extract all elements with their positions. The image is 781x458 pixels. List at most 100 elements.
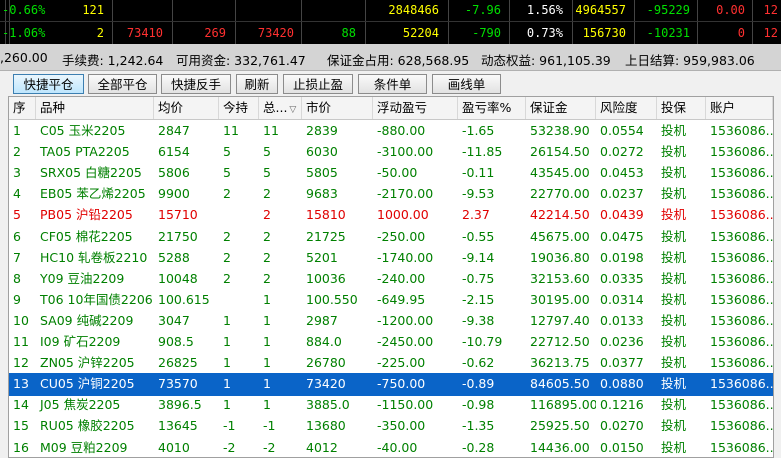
table-row[interactable]: 6CF05 棉花2205217502221725-250.00-0.554567… (9, 226, 773, 249)
quote-row[interactable]: -1.06%273410269734208852204-7900.73%1567… (0, 23, 781, 43)
table-cell: 2 (219, 247, 259, 269)
quick-close-button[interactable]: 快捷平仓 (13, 74, 84, 94)
table-row[interactable]: 8Y09 豆油2209100482210036-240.00-0.7532153… (9, 268, 773, 291)
table-cell: 4012 (302, 437, 373, 458)
table-cell: 0.1216 (596, 394, 657, 416)
table-cell: -1200.00 (373, 310, 458, 332)
table-row[interactable]: 10SA09 纯碱22093047112987-1200.00-9.381279… (9, 310, 773, 333)
table-row[interactable]: 16M09 豆粕22094010-2-24012-40.00-0.2814436… (9, 437, 773, 458)
table-cell: T06 10年国债2206 (36, 289, 154, 311)
table-cell: 1 (259, 289, 302, 311)
table-row[interactable]: 7HC10 轧卷板22105288225201-1740.00-9.141903… (9, 247, 773, 270)
table-cell: 5 (9, 204, 36, 226)
table-cell: 0.0272 (596, 141, 657, 163)
column-header-6[interactable]: 浮动盈亏 (373, 97, 458, 119)
table-cell: 9900 (154, 183, 219, 205)
table-cell (219, 289, 259, 311)
refresh-button[interactable]: 刷新 (236, 74, 278, 94)
table-cell: 25925.50 (526, 415, 596, 437)
sort-desc-icon[interactable]: ▽ (289, 105, 296, 115)
quote-cell: 2 (97, 26, 104, 40)
table-cell: Y09 豆油2209 (36, 268, 154, 290)
table-cell: 1536086... (706, 394, 773, 416)
column-header-8[interactable]: 保证金 (526, 97, 596, 119)
available-funds: 可用资金: 332,761.47 (176, 50, 306, 69)
table-cell: 2 (9, 141, 36, 163)
stop-loss-profit-button[interactable]: 止损止盈 (283, 74, 353, 94)
table-cell: 投机 (657, 352, 706, 374)
close-all-button[interactable]: 全部平仓 (88, 74, 157, 94)
table-cell: -649.95 (373, 289, 458, 311)
table-row[interactable]: 15RU05 橡胶220513645-1-113680-350.00-1.352… (9, 415, 773, 438)
table-cell: 投机 (657, 226, 706, 248)
quote-cell: 4964557 (575, 3, 626, 17)
positions-table[interactable]: 序品种均价今持总...▽市价浮动盈亏盈亏率%保证金风险度投保账户 1C05 玉米… (8, 96, 774, 458)
table-cell: 1 (219, 373, 259, 395)
account-balance-partial: ,260.00 (0, 50, 48, 65)
table-cell: 12797.40 (526, 310, 596, 332)
table-cell: 14 (9, 394, 36, 416)
table-cell: 5 (259, 141, 302, 163)
table-cell: 1 (259, 352, 302, 374)
table-row[interactable]: 1C05 玉米2205284711112839-880.00-1.6553238… (9, 120, 773, 143)
table-row[interactable]: 12ZN05 沪锌2205268251126780-225.00-0.62362… (9, 352, 773, 375)
column-header-10[interactable]: 投保 (657, 97, 706, 119)
table-cell: 0.0453 (596, 162, 657, 184)
table-row[interactable]: 14J05 焦炭22053896.5113885.0-1150.00-0.981… (9, 394, 773, 417)
table-row[interactable]: 3SRX05 白糖22055806555805-50.00-0.1143545.… (9, 162, 773, 185)
table-cell: 2 (259, 226, 302, 248)
table-cell: 投机 (657, 141, 706, 163)
column-header-5[interactable]: 市价 (302, 97, 373, 119)
table-cell: -750.00 (373, 373, 458, 395)
conditional-order-button[interactable]: 条件单 (358, 74, 427, 94)
column-header-4[interactable]: 总...▽ (259, 97, 302, 119)
table-row[interactable]: 13CU05 沪铜2205735701173420-750.00-0.89846… (9, 373, 773, 396)
table-row[interactable]: 5PB05 沪铅2205157102158101000.002.3742214.… (9, 204, 773, 227)
quote-cell: -10231 (647, 26, 690, 40)
column-header-2[interactable]: 均价 (154, 97, 219, 119)
column-header-11[interactable]: 账户 (706, 97, 773, 119)
table-cell: -350.00 (373, 415, 458, 437)
table-cell: 0.0880 (596, 373, 657, 395)
table-cell: -3100.00 (373, 141, 458, 163)
column-header-label: 投保 (661, 100, 686, 115)
table-row[interactable]: 4EB05 苯乙烯22059900229683-2170.00-9.532277… (9, 183, 773, 206)
table-cell: 投机 (657, 289, 706, 311)
quote-cell: 121 (82, 3, 104, 17)
table-cell: 1 (219, 331, 259, 353)
table-cell: 2839 (302, 120, 373, 142)
table-cell: 42214.50 (526, 204, 596, 226)
table-cell: 1 (259, 373, 302, 395)
table-cell: -2 (219, 437, 259, 458)
table-cell: 15 (9, 415, 36, 437)
table-cell: -0.98 (458, 394, 526, 416)
quick-reverse-button[interactable]: 快捷反手 (161, 74, 231, 94)
table-cell: 13645 (154, 415, 219, 437)
table-cell: 3885.0 (302, 394, 373, 416)
column-header-3[interactable]: 今持 (219, 97, 259, 119)
column-header-1[interactable]: 品种 (36, 97, 154, 119)
quote-cell: 12 (764, 3, 778, 17)
column-header-label: 浮动盈亏 (377, 100, 427, 115)
table-row[interactable]: 2TA05 PTA22056154556030-3100.00-11.85261… (9, 141, 773, 164)
table-cell: 11 (219, 120, 259, 142)
table-cell: 1536086... (706, 310, 773, 332)
table-cell: 3896.5 (154, 394, 219, 416)
line-order-button[interactable]: 画线单 (432, 74, 501, 94)
table-row[interactable]: 9T06 10年国债2206100.6151100.550-649.95-2.1… (9, 289, 773, 312)
column-header-7[interactable]: 盈亏率% (458, 97, 526, 119)
table-row[interactable]: 11I09 矿石2209908.511884.0-2450.00-10.7922… (9, 331, 773, 354)
table-cell: -50.00 (373, 162, 458, 184)
quote-row[interactable]: -0.66%1212848466-7.961.56%4964557-952290… (0, 0, 781, 20)
table-cell: 1536086... (706, 141, 773, 163)
table-cell: 3047 (154, 310, 219, 332)
quote-cell: 0.73% (527, 26, 563, 40)
column-header-label: 风险度 (600, 100, 638, 115)
table-cell: 投机 (657, 373, 706, 395)
table-cell: 26780 (302, 352, 373, 374)
column-header-9[interactable]: 风险度 (596, 97, 657, 119)
table-cell: 1536086... (706, 268, 773, 290)
column-header-0[interactable]: 序 (9, 97, 36, 119)
table-cell: 73420 (302, 373, 373, 395)
table-cell: 2 (219, 268, 259, 290)
